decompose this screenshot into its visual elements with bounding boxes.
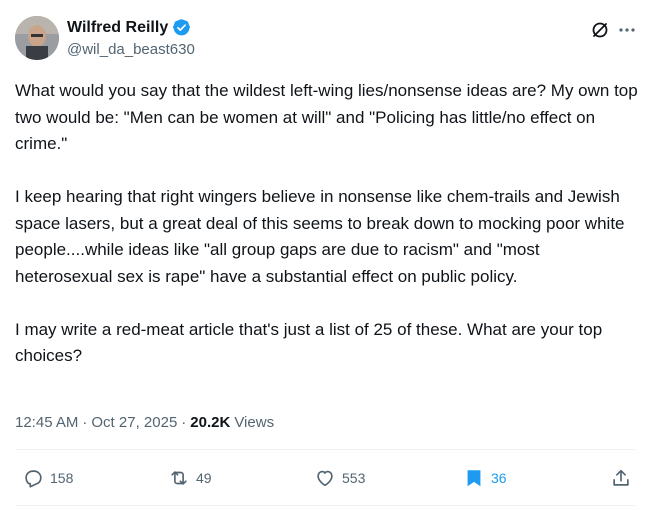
reply-button[interactable]: 158 (22, 462, 73, 494)
repost-icon (171, 471, 187, 485)
bookmark-count: 36 (491, 470, 507, 486)
avatar[interactable] (15, 16, 59, 60)
repost-button[interactable]: 49 (168, 462, 212, 494)
views-count: 20.2K (190, 414, 231, 431)
like-icon (317, 470, 333, 487)
tweet-date[interactable]: Oct 27, 2025 (91, 414, 177, 431)
reply-icon (25, 470, 42, 488)
tweet-time[interactable]: 12:45 AM (15, 414, 78, 431)
tweet: Wilfred Reilly @wil_da_beast630 What wou… (0, 0, 650, 510)
more-icon[interactable] (617, 20, 637, 40)
tweet-paragraph: I keep hearing that right wingers believ… (15, 187, 625, 286)
handle[interactable]: @wil_da_beast630 (67, 41, 195, 58)
tweet-meta: 12:45 AM · Oct 27, 2025 · 20.2K Views (15, 414, 274, 431)
like-count: 553 (342, 470, 366, 486)
bookmark-button[interactable]: 36 (463, 462, 507, 494)
share-button[interactable] (610, 462, 632, 494)
views-label: Views (234, 414, 275, 431)
like-button[interactable]: 553 (314, 462, 365, 494)
share-icon (613, 469, 629, 486)
name-row: Wilfred Reilly (67, 18, 191, 37)
action-bar: 158 49 553 36 (0, 462, 650, 494)
repost-count: 49 (196, 470, 212, 486)
grok-icon[interactable] (590, 20, 610, 40)
reply-count: 158 (50, 470, 74, 486)
display-name[interactable]: Wilfred Reilly (67, 19, 168, 37)
meta-separator: · (181, 414, 187, 431)
tweet-paragraph: What would you say that the wildest left… (15, 81, 638, 153)
verified-badge-icon[interactable] (172, 18, 191, 37)
divider (15, 505, 635, 506)
bookmark-icon (467, 470, 481, 487)
divider (15, 449, 635, 450)
tweet-paragraph: I may write a red-meat article that's ju… (15, 319, 603, 366)
tweet-text: What would you say that the wildest left… (15, 78, 640, 396)
meta-separator: · (82, 414, 88, 431)
